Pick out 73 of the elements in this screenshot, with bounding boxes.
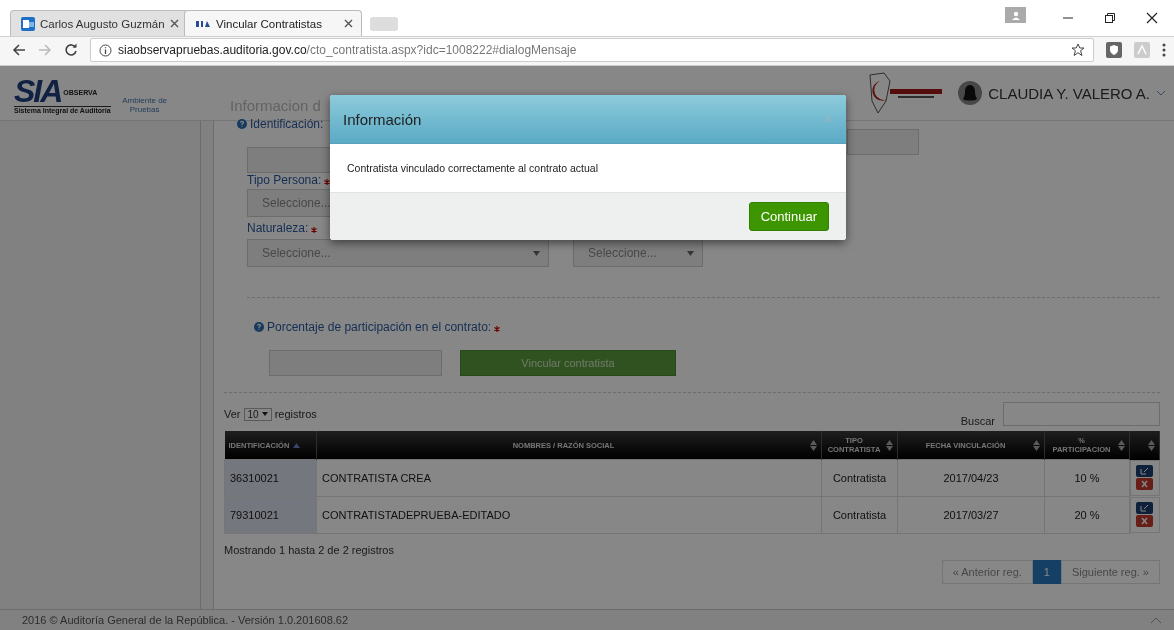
close-icon[interactable]	[344, 19, 353, 28]
user-name[interactable]: CLAUDIA Y. VALERO A.	[988, 84, 1150, 102]
site-logo-icon	[195, 18, 211, 29]
url-path: /cto_contratista.aspx?idc=1008222#dialogMensaje	[306, 43, 577, 57]
close-icon[interactable]	[1146, 12, 1158, 24]
forward-icon[interactable]	[38, 43, 52, 57]
sort-icon	[886, 439, 893, 451]
table-cell: CONTRATISTA CREA	[316, 459, 822, 497]
sort-icon	[1148, 439, 1155, 451]
star-icon[interactable]	[1071, 43, 1085, 57]
required-icon	[494, 325, 501, 332]
help-icon[interactable]	[237, 119, 247, 129]
pagination-button[interactable]: 1	[1032, 560, 1061, 584]
caret-down-icon	[261, 412, 268, 416]
sort-icon	[810, 439, 817, 451]
browser-tab[interactable]: Vincular Contratistas	[184, 10, 362, 36]
info-icon[interactable]	[99, 43, 112, 57]
continue-button[interactable]: Continuar	[748, 202, 829, 231]
caret-down-icon	[533, 250, 540, 256]
footer-text: 2016 © Auditoría General de la República. - Versión 1.0.201608.62	[22, 614, 349, 626]
menu-icon[interactable]	[1162, 43, 1166, 57]
table-cell: Contratista	[821, 496, 898, 534]
required-icon	[311, 226, 318, 233]
column-header[interactable]	[1129, 431, 1160, 460]
table-cell: 2017/04/23	[897, 459, 1045, 497]
shield-icon[interactable]	[1106, 42, 1122, 58]
table-cell: 36310021	[224, 459, 317, 497]
search-label: Buscar	[960, 415, 995, 427]
dialog-message: Contratista vinculado correctamente al contrato actual	[347, 162, 598, 174]
field-label: Porcentaje de participación en el contrato:	[267, 320, 492, 334]
pagination-button[interactable]: « Anterior reg.	[941, 560, 1033, 584]
page-length-select[interactable]: 10	[243, 407, 272, 421]
sort-ascending-icon	[293, 442, 301, 448]
sort-icon	[1033, 439, 1040, 451]
table-cell: 79310021	[224, 496, 317, 534]
table-cell: Contratista	[821, 459, 898, 497]
delete-icon[interactable]	[1136, 515, 1154, 527]
table-cell: 20 %	[1044, 496, 1130, 534]
profile-button[interactable]	[1005, 7, 1026, 23]
chevron-up-icon[interactable]	[1150, 616, 1162, 624]
url-host: siaobservapruebas.auditoria.gov.co	[118, 43, 307, 57]
input-field[interactable]	[847, 129, 919, 155]
back-icon[interactable]	[12, 43, 26, 57]
field-label: Identificación:	[250, 117, 324, 131]
chevron-down-icon[interactable]	[1156, 90, 1166, 96]
sort-icon	[1118, 439, 1125, 451]
table-cell: 10 %	[1044, 459, 1130, 497]
restore-icon[interactable]	[1104, 12, 1116, 24]
table-cell: CONTRATISTADEPRUEBA-EDITADO	[316, 496, 822, 534]
logo-title: SIA	[14, 76, 62, 106]
pagination-button[interactable]: Siguiente reg. »	[1060, 560, 1160, 584]
edit-icon[interactable]	[1136, 502, 1154, 514]
caret-down-icon	[687, 250, 694, 256]
input-field[interactable]	[269, 350, 442, 376]
table-info: Mostrando 1 hasta 2 de 2 registros	[224, 544, 395, 556]
reload-icon[interactable]	[64, 43, 78, 57]
user-avatar-icon[interactable]	[958, 81, 983, 105]
delete-icon[interactable]	[1136, 478, 1154, 490]
search-field[interactable]	[1003, 402, 1160, 426]
field-label: Tipo Persona:	[247, 173, 322, 187]
table-cell: 2017/03/27	[897, 496, 1045, 534]
address-bar[interactable]: siaobservapruebas.auditoria.gov.co/cto_contratista.aspx?idc=1008222#dialogMensaje	[90, 38, 1094, 62]
person-icon	[1010, 10, 1021, 20]
environment-label: Ambiente de Pruebas	[121, 96, 169, 114]
length-label: Ver	[224, 408, 241, 420]
dialog-title: Información	[343, 110, 422, 128]
emblem-icon	[866, 71, 945, 115]
mail-app-icon	[21, 16, 35, 31]
required-icon	[324, 178, 331, 185]
help-icon[interactable]	[254, 322, 264, 332]
field-label: Naturaleza:	[247, 221, 309, 235]
edit-icon[interactable]	[1136, 465, 1154, 477]
length-label: registros	[274, 408, 317, 420]
